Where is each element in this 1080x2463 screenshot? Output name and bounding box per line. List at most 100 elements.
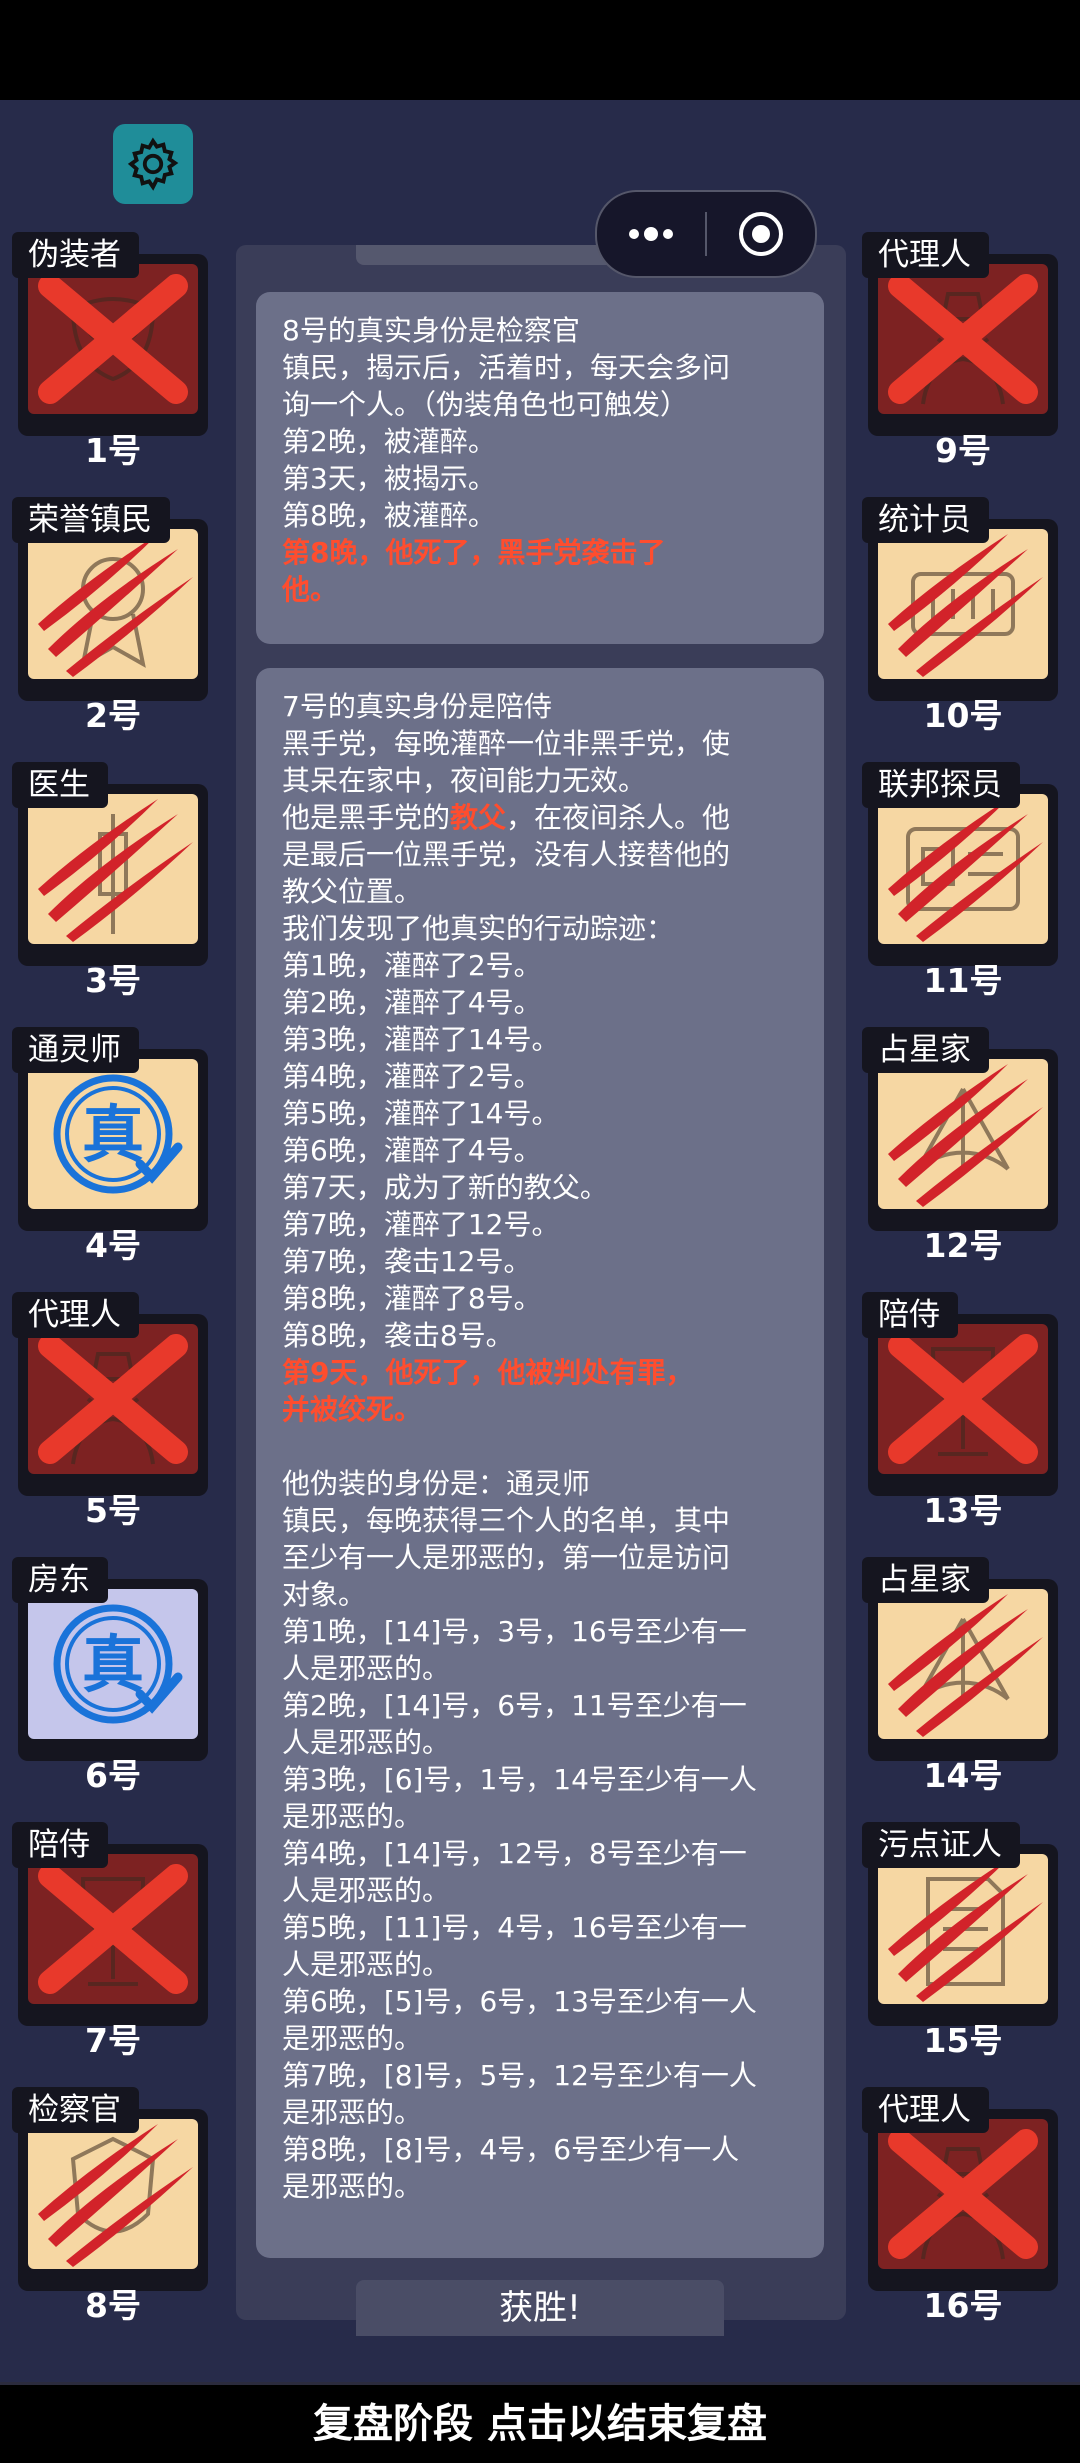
role-portrait (878, 529, 1048, 679)
role-label: 占星家 (862, 1557, 989, 1603)
player-card-6号[interactable]: 真 房东 6号 (8, 1557, 212, 1795)
role-portrait (28, 264, 198, 414)
log-line: 对象。 (282, 1578, 367, 1611)
mask-icon (38, 274, 188, 404)
role-portrait (28, 1324, 198, 1474)
close-program-button[interactable] (707, 192, 815, 276)
player-card-12号[interactable]: 占星家 12号 (858, 1027, 1062, 1265)
true-stamp-icon: 真 (53, 1604, 183, 1724)
role-label: 通灵师 (12, 1027, 139, 1073)
player-card-3号[interactable]: 医生 3号 (8, 762, 212, 1000)
player-number: 10号 (923, 696, 1003, 735)
true-stamp-icon: 真 (53, 1074, 183, 1194)
player-number: 7号 (85, 2021, 141, 2060)
log-line: 是最后一位黑手党，没有人接替他的 (282, 838, 731, 871)
log-line: 第8晚，[8]号，4号，6号至少有一人 (282, 2133, 740, 2166)
player-card-7号[interactable]: 陪侍 7号 (8, 1822, 212, 2060)
log-line: 镇民，揭示后，活着时，每天会多问 (282, 351, 731, 384)
role-label: 陪侍 (12, 1822, 108, 1868)
elimination-cross (888, 274, 1038, 404)
player-number: 8号 (85, 2286, 141, 2325)
player-number: 9号 (935, 431, 991, 470)
log-line: 第8晚，袭击8号。 (282, 1319, 514, 1352)
log-line: 人是邪恶的。 (282, 1874, 451, 1907)
claw-marks (38, 799, 193, 942)
role-portrait (878, 1059, 1048, 1209)
log-line: 第5晚，灌醉了14号。 (282, 1097, 560, 1130)
player-number: 1号 (85, 431, 141, 470)
death-line: 他。 (282, 573, 339, 606)
gear-icon (127, 137, 179, 191)
log-line: 第5晚，[11]号，4号，16号至少有一 (282, 1911, 747, 1944)
svg-text:真: 真 (82, 1098, 144, 1171)
godfather-prefix: 他是黑手党的 (282, 801, 451, 834)
player-number: 15号 (923, 2021, 1003, 2060)
log-line: 教父位置。 (282, 875, 423, 908)
player-card-5号[interactable]: 代理人 5号 (8, 1292, 212, 1530)
log-line: 人是邪恶的。 (282, 1652, 451, 1685)
godfather-suffix: ，在夜间杀人。他 (506, 801, 731, 834)
record-target-icon (739, 212, 783, 256)
elimination-cross (38, 274, 188, 404)
claw-marks (888, 1594, 1043, 1737)
mini-program-capsule (595, 190, 817, 278)
claw-marks (888, 534, 1043, 677)
claw-marks (38, 534, 193, 677)
player-card-14号[interactable]: 占星家 14号 (858, 1557, 1062, 1795)
player-card-2号[interactable]: 荣誉镇民 2号 (8, 497, 212, 735)
player-number: 16号 (923, 2286, 1003, 2325)
player-card-9号[interactable]: 代理人 9号 (858, 232, 1062, 470)
player-card-13号[interactable]: 陪侍 13号 (858, 1292, 1062, 1530)
role-portrait (878, 1589, 1048, 1739)
log-line: 镇民，每晚获得三个人的名单，其中 (282, 1504, 731, 1537)
log-line: 询一个人。（伪装角色也可触发） (282, 388, 689, 421)
player-card-1号[interactable]: 伪装者 1号 (8, 232, 212, 470)
end-replay-button[interactable]: 复盘阶段 点击以结束复盘 (0, 2382, 1080, 2463)
claw-marks (38, 2124, 193, 2267)
player-card-8号[interactable]: 检察官 8号 (8, 2087, 212, 2325)
log-line: 第7晚，灌醉了12号。 (282, 1208, 560, 1241)
more-menu-button[interactable] (597, 192, 705, 276)
godfather-line: 他是黑手党的教父，在夜间杀人。他 (282, 799, 798, 836)
role-label: 伪装者 (12, 232, 139, 278)
role-label: 陪侍 (862, 1292, 958, 1338)
victory-tab[interactable]: 获胜! (356, 2280, 724, 2336)
more-dots-icon (629, 227, 673, 241)
syringe-icon (38, 799, 193, 942)
player-number: 12号 (923, 1226, 1003, 1265)
log-line: 7号的真实身份是陪侍 (282, 690, 552, 723)
role-label: 房东 (12, 1557, 108, 1603)
log-line: 人是邪恶的。 (282, 1726, 451, 1759)
log-line: 其呆在家中，夜间能力无效。 (282, 764, 647, 797)
claw-marks (888, 1064, 1043, 1207)
player-card-16号[interactable]: 代理人 16号 (858, 2087, 1062, 2325)
player-card-10号[interactable]: 统计员 10号 (858, 497, 1062, 735)
elimination-cross (888, 2129, 1038, 2259)
log-line: 我们发现了他真实的行动踪迹： (282, 912, 675, 945)
settings-button[interactable] (113, 124, 193, 204)
role-portrait (28, 794, 198, 944)
player-number: 14号 (923, 1756, 1003, 1795)
role-portrait (28, 529, 198, 679)
death-line: 并被绞死。 (282, 1393, 423, 1426)
godfather-word: 教父 (450, 801, 507, 834)
death-line: 第9天，他死了，他被判处有罪， (282, 1356, 694, 1389)
role-label: 代理人 (862, 232, 989, 278)
role-label: 医生 (12, 762, 108, 808)
player-card-11号[interactable]: 联邦探员 11号 (858, 762, 1062, 1000)
log-line: 第2晚，灌醉了4号。 (282, 986, 542, 1019)
elimination-cross (38, 1334, 188, 1464)
role-portrait (878, 2119, 1048, 2269)
player-number: 4号 (85, 1226, 141, 1265)
hat-figure-icon (888, 2129, 1038, 2260)
player-number: 13号 (923, 1491, 1003, 1530)
hat-figure-icon (888, 274, 1038, 405)
player-number: 2号 (85, 696, 141, 735)
glass-icon (888, 1334, 1038, 1464)
player-card-15号[interactable]: 污点证人 15号 (858, 1822, 1062, 2060)
player-card-4号[interactable]: 真 通灵师 4号 (8, 1027, 212, 1265)
role-label: 代理人 (12, 1292, 139, 1338)
role-portrait: 真 (28, 1059, 198, 1209)
message-card-player-7: 7号的真实身份是陪侍 黑手党，每晚灌醉一位非黑手党，使 其呆在家中，夜间能力无效。 … (256, 668, 824, 2258)
